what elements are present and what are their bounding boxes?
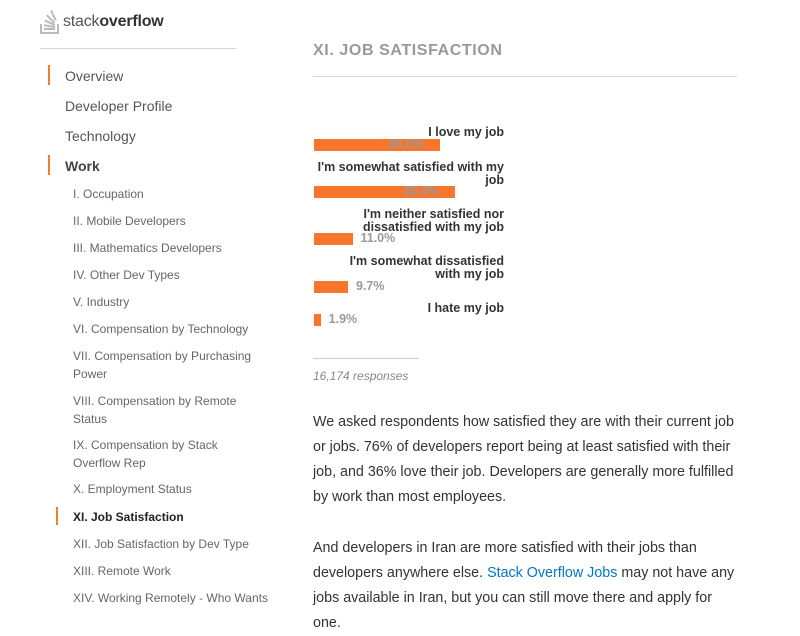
chart-bar xyxy=(314,314,321,326)
chart-value-label: 1.9% xyxy=(328,312,358,326)
chart-category-label: I'm somewhat dissatisfied with my job xyxy=(349,254,504,281)
chart-value-label: 11.0% xyxy=(360,231,396,245)
chart-bar xyxy=(314,281,348,293)
job-satisfaction-chart: I love my job 36.0% I'm somewhat satisfied… xyxy=(0,0,800,600)
response-count: 16,174 responses xyxy=(313,369,409,383)
paragraph-2: And developers in Iran are more satisfie… xyxy=(313,540,735,631)
chart-value-label: 36.0% xyxy=(388,137,424,151)
paragraph-1: We asked respondents how satisfied they … xyxy=(313,414,734,505)
chart-divider xyxy=(313,358,419,359)
chart-bar xyxy=(314,233,353,245)
chart-value-label: 9.7% xyxy=(355,279,385,293)
chart-value-label: 40.4% xyxy=(403,184,439,198)
stack-overflow-jobs-link[interactable]: Stack Overflow Jobs xyxy=(487,565,617,581)
